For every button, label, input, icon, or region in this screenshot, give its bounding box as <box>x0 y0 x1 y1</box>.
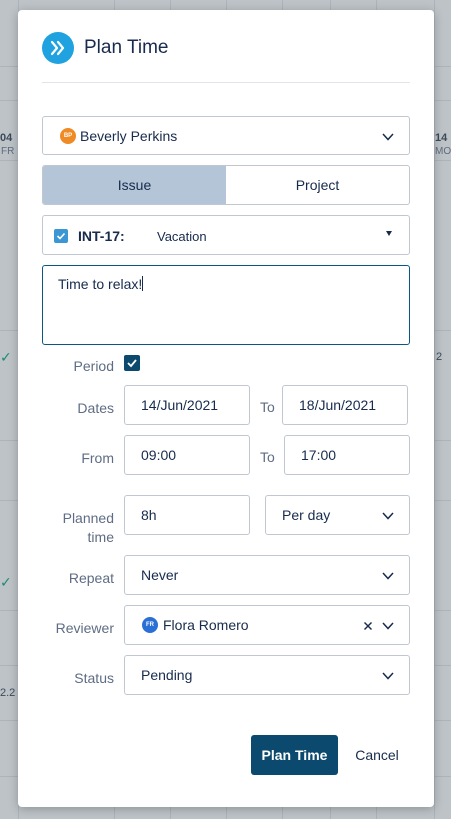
period-checkbox[interactable] <box>124 355 140 371</box>
reviewer-label: Reviewer <box>55 620 114 636</box>
period-label: Period <box>73 358 114 374</box>
check-icon <box>127 359 137 368</box>
repeat-select[interactable]: Never <box>124 555 410 595</box>
reviewer-select[interactable]: FR Flora Romero <box>124 605 410 645</box>
plan-time-dialog: Plan Time BP Beverly Perkins Issue Proje… <box>18 10 434 807</box>
description-textarea[interactable]: Time to relax! <box>42 265 410 345</box>
assignee-select[interactable]: BP Beverly Perkins <box>42 116 410 155</box>
end-time-input[interactable]: 17:00 <box>284 435 410 475</box>
tab-issue[interactable]: Issue <box>43 166 226 204</box>
description-text: Time to relax! <box>58 276 143 292</box>
planned-unit-value: Per day <box>282 507 331 523</box>
header-divider <box>42 82 410 83</box>
type-toggle: Issue Project <box>42 165 410 205</box>
to-label: To <box>260 399 275 415</box>
cancel-button[interactable]: Cancel <box>348 735 406 775</box>
planned-unit-select[interactable]: Per day <box>265 495 410 535</box>
status-value: Pending <box>141 667 193 683</box>
issue-summary: Vacation <box>157 229 207 244</box>
dialog-title: Plan Time <box>84 37 169 58</box>
chevron-down-icon <box>382 133 394 141</box>
avatar: FR <box>142 617 158 633</box>
to-label: To <box>260 449 275 465</box>
start-date-input[interactable]: 14/Jun/2021 <box>124 385 250 425</box>
issue-select[interactable]: INT-17: Vacation <box>42 215 410 255</box>
double-chevron-right-icon <box>42 32 74 64</box>
chevron-down-icon <box>382 572 394 580</box>
planned-time-label-line2: time <box>87 529 114 545</box>
text-cursor <box>142 276 144 291</box>
dates-label: Dates <box>77 400 114 416</box>
check-icon <box>56 232 66 240</box>
start-time-input[interactable]: 09:00 <box>124 435 250 475</box>
planned-time-label-line1: Planned <box>62 510 114 526</box>
tab-project[interactable]: Project <box>226 166 409 204</box>
from-label: From <box>81 450 114 466</box>
clear-icon[interactable] <box>361 619 375 633</box>
reviewer-name: Flora Romero <box>163 617 249 633</box>
repeat-label: Repeat <box>68 570 114 586</box>
caret-down-icon <box>386 231 392 236</box>
chevron-down-icon <box>382 622 394 630</box>
issue-key: INT-17: <box>78 228 125 244</box>
dialog-header: Plan Time <box>42 32 168 64</box>
chevron-down-icon <box>382 512 394 520</box>
chevron-down-icon <box>382 672 394 680</box>
issue-checkbox[interactable] <box>54 229 68 243</box>
end-date-input[interactable]: 18/Jun/2021 <box>282 385 408 425</box>
status-select[interactable]: Pending <box>124 655 410 695</box>
status-label: Status <box>74 670 114 686</box>
assignee-name: Beverly Perkins <box>80 128 178 144</box>
plan-time-button[interactable]: Plan Time <box>251 735 338 775</box>
avatar: BP <box>60 128 76 144</box>
planned-time-input[interactable]: 8h <box>124 495 250 535</box>
repeat-value: Never <box>141 567 179 583</box>
